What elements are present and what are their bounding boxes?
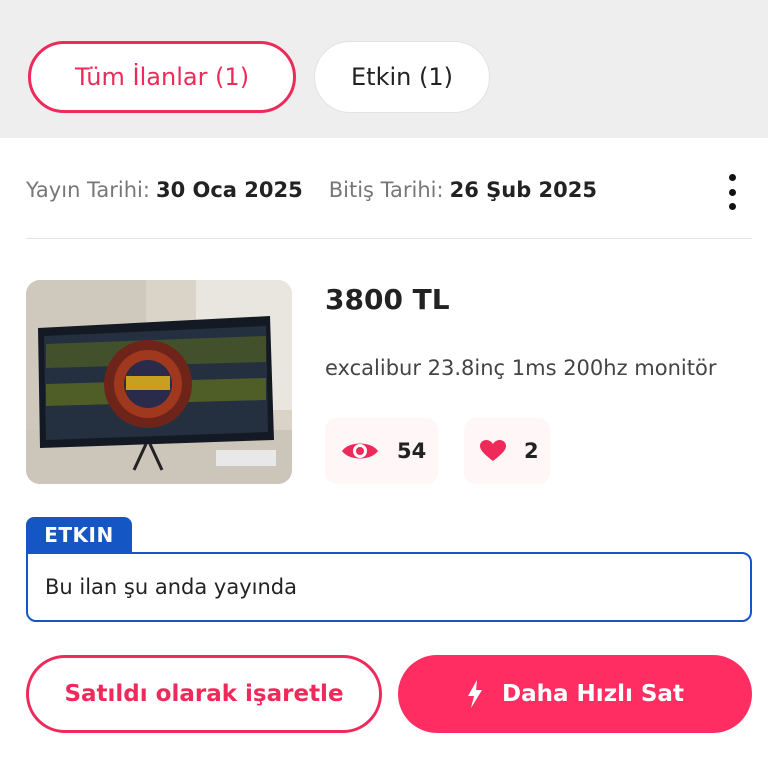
lightning-icon xyxy=(468,680,483,708)
divider xyxy=(26,238,752,239)
listing-photo[interactable] xyxy=(26,280,292,484)
views-count: 54 xyxy=(397,439,427,463)
eye-icon xyxy=(342,443,378,459)
status-badge: ETKIN xyxy=(26,517,132,553)
heart-icon xyxy=(480,440,506,461)
listing-title[interactable]: excalibur 23.8inç 1ms 200hz monitör xyxy=(325,356,716,380)
status-message: Bu ilan şu anda yayında xyxy=(45,575,297,599)
status-message-box: Bu ilan şu anda yayında xyxy=(26,552,752,622)
end-date-label: Bitiş Tarihi: xyxy=(328,178,444,202)
sell-faster-label: Daha Hızlı Sat xyxy=(502,681,684,707)
likes-stat: 2 xyxy=(464,418,550,484)
likes-count: 2 xyxy=(524,439,539,463)
mark-as-sold-label: Satıldı olarak işaretle xyxy=(64,681,344,707)
end-date: 26 Şub 2025 xyxy=(449,178,597,202)
tab-all-listings[interactable]: Tüm İlanlar (1) xyxy=(28,41,296,113)
publish-date: 30 Oca 2025 xyxy=(155,178,303,202)
publish-date-label: Yayın Tarihi: xyxy=(26,178,150,202)
listing-price: 3800 TL xyxy=(325,283,450,316)
mark-as-sold-button[interactable]: Satıldı olarak işaretle xyxy=(26,655,382,733)
more-options-icon[interactable] xyxy=(722,174,742,210)
monitor-photo xyxy=(26,280,292,484)
sell-faster-button[interactable]: Daha Hızlı Sat xyxy=(398,655,752,733)
views-stat: 54 xyxy=(325,418,438,484)
tab-active[interactable]: Etkin (1) xyxy=(314,41,490,113)
listing-dates: Yayın Tarihi: 30 Oca 2025 Bitiş Tarihi: … xyxy=(26,178,597,202)
